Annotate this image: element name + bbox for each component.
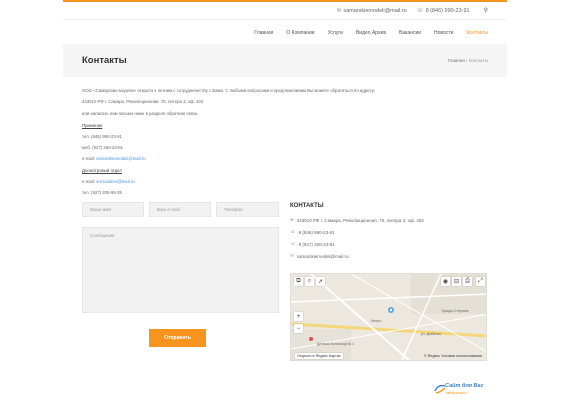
reception-email-prefix: e-mail: (82, 156, 95, 161)
location-icon: ➤ (290, 217, 294, 222)
address-text: 443010 РФ г. Самара, Революционная, 70, … (82, 99, 204, 104)
nav-item-about[interactable]: О Компании (286, 30, 314, 36)
email-placeholder: Ваш e-mail (157, 207, 180, 212)
breadcrumb: Главная / Контакты (448, 58, 488, 63)
nav-item-video[interactable]: Видео Архив (356, 30, 386, 36)
main-nav: Главная О Компании Услуги Видео Архив Ва… (63, 26, 507, 40)
map-label-metro: Метро (371, 319, 382, 323)
contacts-email[interactable]: samarskiemodeli@mail.ru (297, 254, 349, 259)
map-label-building: Детская больница № 1 (317, 342, 355, 346)
contacts-address-row: ➤ 443010 РФ г. Самара, Революционная, 70… (290, 217, 424, 223)
send-button[interactable]: Отправить (149, 329, 206, 347)
envelope-icon: ✉ (290, 253, 294, 258)
dept-email-row: e-mail: vrn.landers@mail.ru (82, 179, 135, 185)
nav-item-home[interactable]: Главная (254, 30, 273, 36)
reception-phone: тел. (846) 990-23-91 (82, 134, 122, 139)
nav-item-services[interactable]: Услуги (328, 30, 343, 36)
write-hint-text: или написать нам письмо ниже в разделе о… (82, 111, 199, 116)
contacts-phone2-row: ☏ 8 (927) 260-23-91 (290, 241, 335, 247)
name-placeholder: Ваше имя (90, 207, 111, 212)
map-canvas[interactable] (291, 274, 487, 361)
name-input[interactable]: Ваше имя (82, 202, 144, 217)
map-layers-icon[interactable]: ⧉ (294, 277, 303, 286)
topbar-email[interactable]: ✉ samarskiemodeli@mail.ru (337, 8, 407, 14)
section-reception-title: Приемная (82, 123, 103, 128)
map-print-icon[interactable]: ⎙ (463, 277, 472, 286)
email-input[interactable]: Ваш e-mail (149, 202, 211, 217)
phone-icon: ☏ (290, 229, 296, 234)
contacts-phone2: 8 (927) 260-23-91 (298, 241, 335, 247)
envelope-icon: ✉ (336, 7, 342, 14)
map-label-trk: Триада Стерлинг (441, 309, 469, 313)
breadcrumb-current: Контакты (468, 58, 488, 63)
top-contact-bar: ✉ samarskiemodeli@mail.ru ☏ 8 (846) 990-… (63, 2, 507, 20)
map-zoom-out-button[interactable]: − (294, 324, 303, 333)
topbar-email-text[interactable]: samarskiemodeli@mail.ru (343, 8, 406, 14)
map-label-street: ул. Дыбенко (421, 332, 441, 336)
contacts-email-row: ✉ samarskiemodeli@mail.ru (290, 253, 349, 259)
reception-email-link[interactable]: samarskiemodeli@mail.ru (96, 156, 146, 161)
map-fullscreen-icon[interactable]: ⤢ (476, 277, 485, 286)
intro-text: ООО «Самарские модели» открыто к летним … (82, 88, 376, 93)
nav-item-news[interactable]: Новости (434, 30, 453, 36)
nav-item-vacancies[interactable]: Вакансии (399, 30, 421, 36)
map-zoom-in-button[interactable]: + (294, 312, 303, 321)
map-route-icon[interactable]: ➚ (316, 277, 325, 286)
footer-logo[interactable]: Сайт для Вас sitedlyavas.ru (434, 381, 494, 399)
search-icon[interactable]: ⚲ (484, 7, 488, 14)
contacts-address: 443010 РФ г. Самара, Революционная, 70, … (296, 217, 424, 223)
breadcrumb-separator: / (466, 58, 468, 63)
breadcrumb-home[interactable]: Главная (448, 58, 465, 63)
map-traffic-icon[interactable]: ◉ (441, 277, 450, 286)
map-open-link[interactable]: Открыть в Яндекс.Картах (295, 353, 343, 359)
map-copyright[interactable]: © Яндекс Условия использования (424, 354, 482, 358)
contacts-phone1: 8 (846) 990-23-91 (298, 229, 335, 235)
topbar-phone[interactable]: ☏ 8 (846) 990-23-91 (417, 8, 470, 14)
nav-item-contacts[interactable]: Контакты (466, 30, 488, 36)
phone-input[interactable]: Телефон (216, 202, 279, 217)
phone-icon: ☏ (416, 7, 424, 14)
page-header: Контакты Главная / Контакты (63, 44, 507, 77)
map-search-icon[interactable]: ⌕ (305, 277, 314, 286)
map-footer: Открыть в Яндекс.Картах © Яндекс Условия… (291, 352, 486, 360)
message-textarea[interactable]: Сообщение (82, 227, 279, 313)
footer-logo-sub: sitedlyavas.ru (446, 391, 468, 395)
message-placeholder: Сообщение (90, 233, 115, 238)
dept-email-prefix: e-mail: (82, 179, 95, 184)
phone-placeholder: Телефон (224, 207, 243, 212)
page-title: Контакты (82, 55, 127, 66)
section-dept-title: Досмотровый отдел (82, 168, 122, 173)
footer-logo-title: Сайт для Вас (445, 383, 484, 389)
yandex-map[interactable]: Метро ул. Дыбенко Детская больница № 1 Т… (290, 273, 487, 361)
dept-phone: тел. (927) 205-99-35 (82, 190, 122, 195)
contacts-phone1-row: ☏ 8 (846) 990-23-91 (290, 229, 335, 235)
reception-mobile: моб. (927) 260-23-91 (82, 145, 124, 150)
contacts-title: КОНТАКТЫ (290, 203, 324, 209)
topbar-phone-text[interactable]: 8 (846) 990-23-91 (426, 8, 470, 14)
map-ruler-icon[interactable]: ⊟ (452, 277, 461, 286)
dept-email-link[interactable]: vrn.landers@mail.ru (96, 179, 135, 184)
mobile-icon: ☏ (290, 241, 296, 246)
reception-email-row: e-mail: samarskiemodeli@mail.ru (82, 156, 146, 162)
